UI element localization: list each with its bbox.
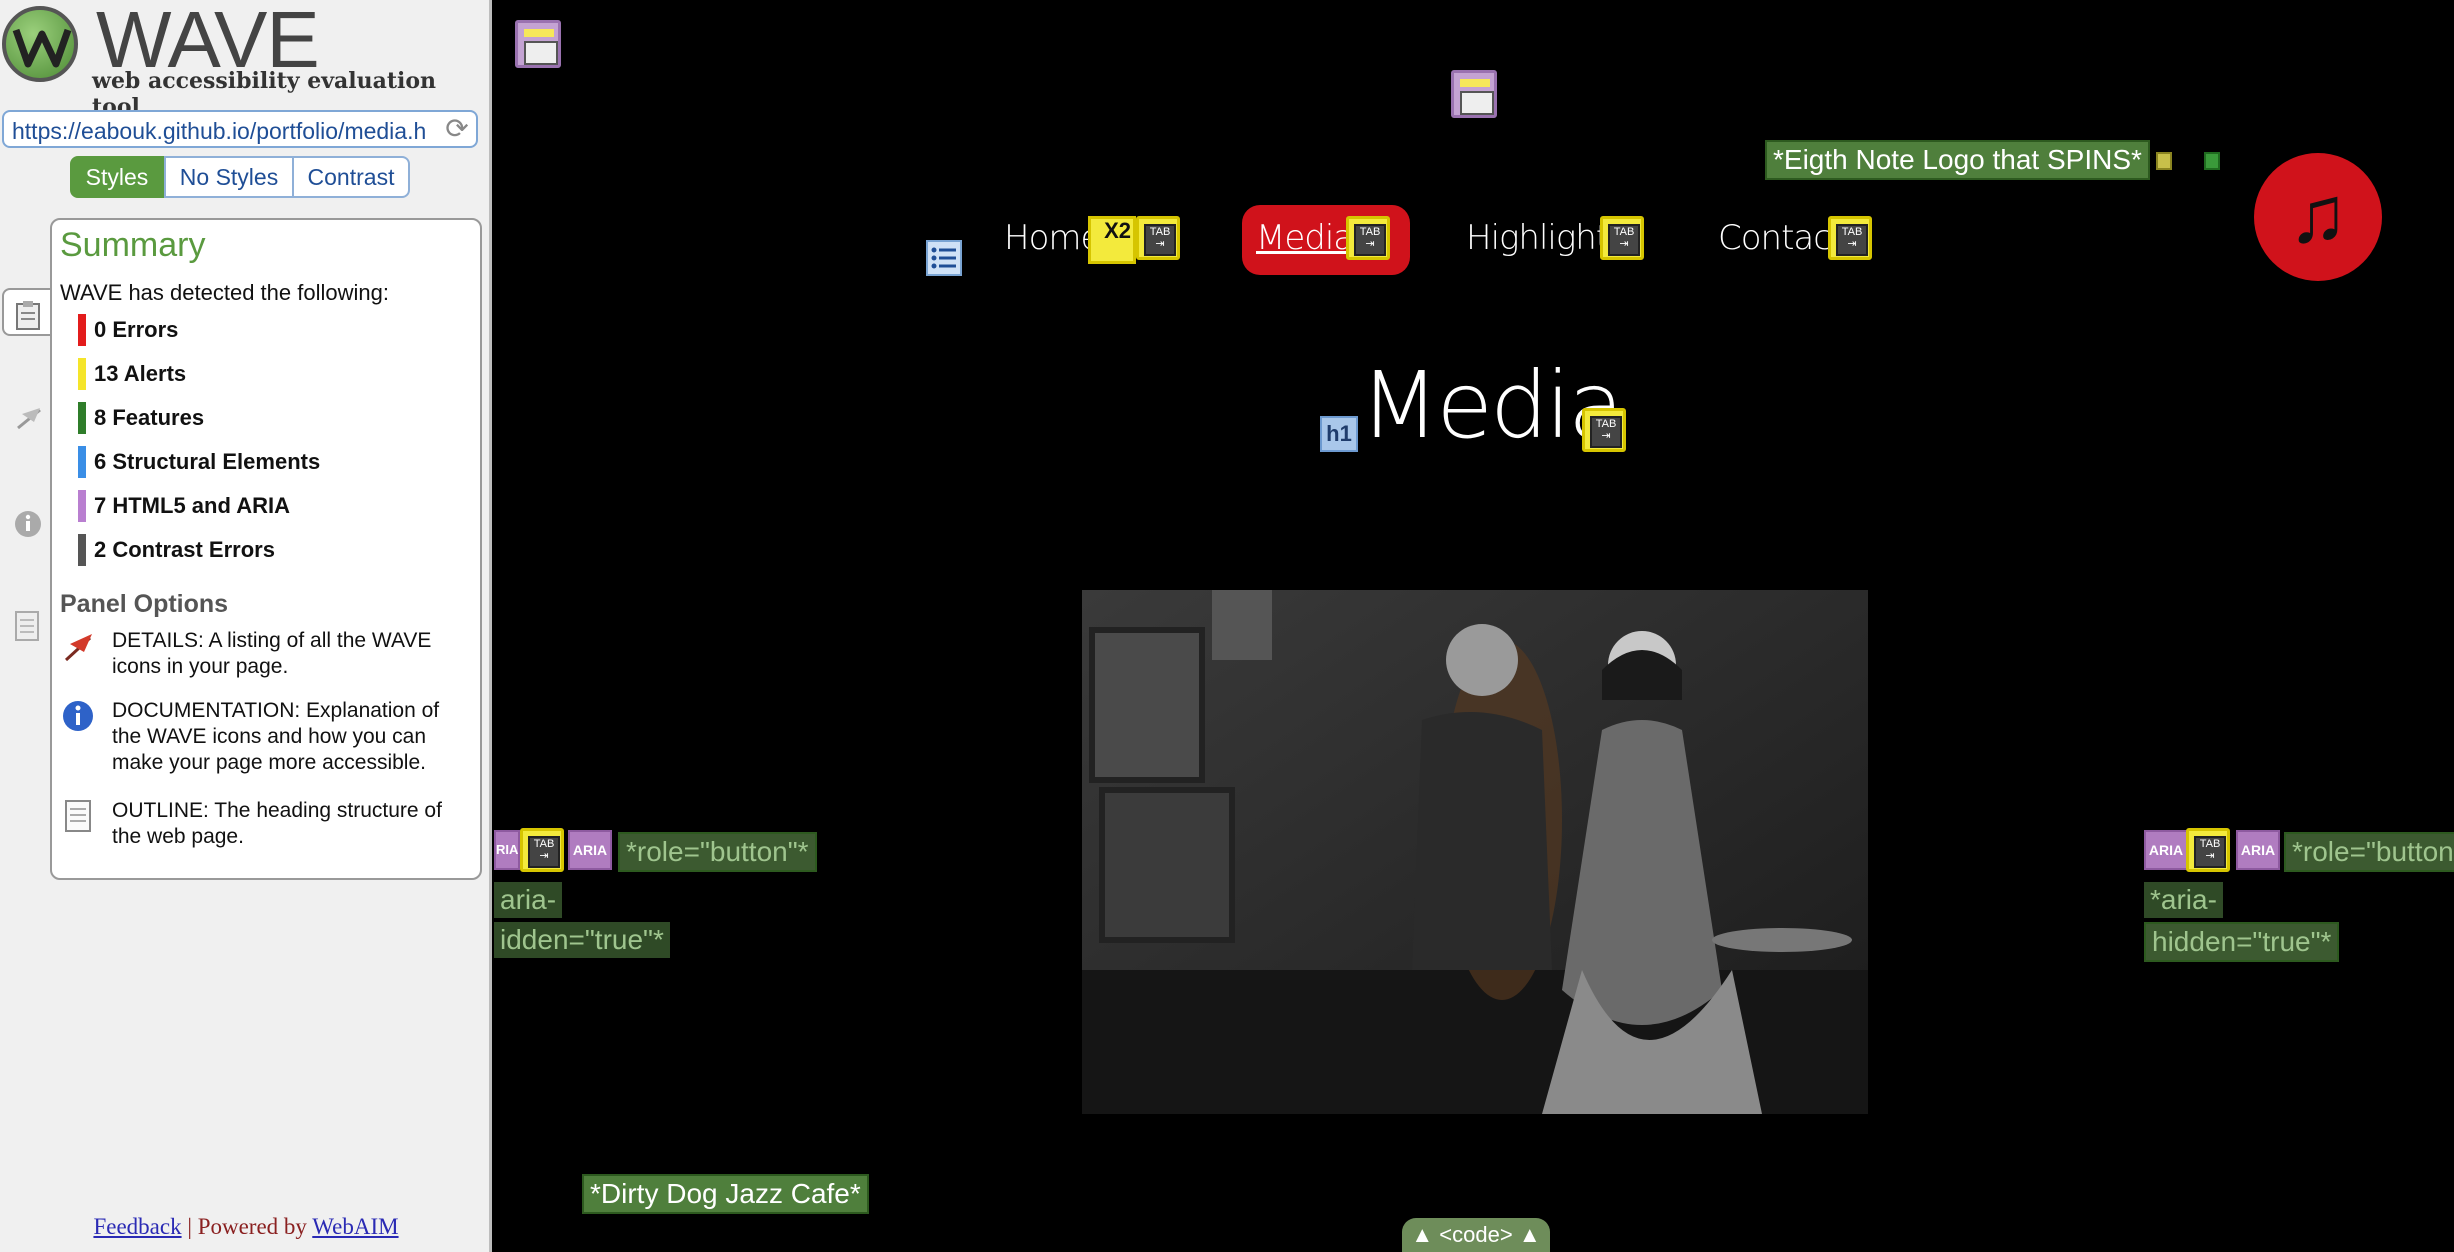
outline-document-icon bbox=[15, 611, 39, 641]
tab-summary[interactable] bbox=[2, 288, 52, 336]
jazz-performance-photo bbox=[1082, 590, 1868, 1114]
footer-separator: | bbox=[187, 1214, 192, 1239]
tabindex-icon[interactable]: TAB ⇥ bbox=[1828, 216, 1872, 260]
chevron-up-icon: ▲ bbox=[1411, 1222, 1434, 1247]
small-feature-icon[interactable] bbox=[2204, 152, 2220, 170]
html5-nav-icon[interactable] bbox=[1451, 70, 1497, 118]
aria-hidden-label[interactable]: hidden="true"* bbox=[2144, 922, 2340, 962]
chevron-up-icon: ▲ bbox=[1518, 1222, 1541, 1247]
info-icon bbox=[63, 701, 93, 731]
summary-contrast[interactable]: 2 Contrast Errors bbox=[78, 534, 275, 566]
styles-toggle[interactable]: Styles bbox=[70, 156, 164, 198]
powered-by-text: Powered by bbox=[197, 1214, 307, 1239]
nav-contact[interactable]: Contact bbox=[1718, 218, 1844, 258]
summary-structural[interactable]: 6 Structural Elements bbox=[78, 446, 320, 478]
small-alert-icon[interactable] bbox=[2156, 152, 2172, 170]
wave-logo-icon bbox=[2, 6, 78, 82]
tabindex-icon[interactable]: TAB ⇥ bbox=[1136, 216, 1180, 260]
redundant-link-alert-icon[interactable]: X2 bbox=[1088, 216, 1136, 264]
option-documentation[interactable]: DOCUMENTATION: Explanation of the WAVE i… bbox=[60, 698, 470, 782]
option-documentation-text: DOCUMENTATION: Explanation of the WAVE i… bbox=[112, 699, 440, 774]
summary-alerts[interactable]: 13 Alerts bbox=[78, 358, 186, 390]
eighth-note-logo[interactable]: ♫ bbox=[2254, 153, 2382, 281]
role-button-label[interactable]: *role="button"* bbox=[2284, 832, 2454, 872]
feedback-link[interactable]: Feedback bbox=[93, 1214, 181, 1239]
summary-title: Summary bbox=[60, 226, 206, 264]
tabindex-icon[interactable]: TAB ⇥ bbox=[1582, 408, 1626, 452]
tabindex-icon[interactable]: TAB ⇥ bbox=[520, 828, 564, 872]
clipboard-icon bbox=[16, 301, 40, 330]
nav-home[interactable]: Home bbox=[1004, 218, 1101, 258]
code-toggle-label: <code> bbox=[1439, 1222, 1513, 1247]
role-button-label[interactable]: *role="button"* bbox=[618, 832, 817, 872]
info-icon bbox=[15, 511, 41, 537]
code-toggle-button[interactable]: ▲ <code> ▲ bbox=[1402, 1218, 1550, 1252]
tabindex-icon[interactable]: TAB ⇥ bbox=[2186, 828, 2230, 872]
tab-outline[interactable] bbox=[4, 600, 48, 648]
aria-hidden-label[interactable]: aria- bbox=[494, 882, 563, 918]
webaim-link[interactable]: WebAIM bbox=[312, 1214, 398, 1239]
image-alt-label[interactable]: *Dirty Dog Jazz Cafe* bbox=[582, 1174, 869, 1214]
tab-documentation[interactable] bbox=[4, 500, 48, 548]
summary-errors[interactable]: 0 Errors bbox=[78, 314, 178, 346]
wave-sidebar: WAVE web accessibility evaluation tool h… bbox=[0, 0, 492, 1252]
tab-details[interactable] bbox=[4, 392, 48, 440]
wave-footer: Feedback | Powered by WebAIM bbox=[0, 1214, 492, 1240]
details-flag-icon bbox=[64, 634, 92, 662]
option-details-text: DETAILS: A listing of all the WAVE icons… bbox=[112, 629, 432, 678]
no-styles-toggle[interactable]: No Styles bbox=[164, 156, 294, 198]
list-structure-icon[interactable] bbox=[926, 240, 962, 276]
summary-intro: WAVE has detected the following: bbox=[60, 280, 389, 305]
details-flag-icon bbox=[17, 408, 41, 430]
html5-header-icon[interactable] bbox=[515, 20, 561, 68]
contrast-toggle[interactable]: Contrast bbox=[292, 156, 410, 198]
nav-media[interactable]: Media bbox=[1256, 218, 1354, 258]
reload-icon[interactable]: ⟳ bbox=[442, 114, 472, 144]
aria-icon[interactable]: ARIA bbox=[2236, 830, 2280, 870]
url-input[interactable]: https://eabouk.github.io/portfolio/media… bbox=[2, 110, 478, 148]
outline-document-icon bbox=[65, 800, 91, 832]
aria-icon[interactable]: ARIA bbox=[2144, 830, 2188, 870]
h1-icon[interactable]: h1 bbox=[1320, 416, 1358, 452]
tabindex-icon[interactable]: TAB ⇥ bbox=[1346, 216, 1390, 260]
tabindex-icon[interactable]: TAB ⇥ bbox=[1600, 216, 1644, 260]
summary-panel: Summary WAVE has detected the following:… bbox=[50, 218, 482, 880]
summary-features[interactable]: 8 Features bbox=[78, 402, 204, 434]
aria-hidden-label[interactable]: *aria- bbox=[2144, 882, 2223, 918]
option-outline-text: OUTLINE: The heading structure of the we… bbox=[112, 799, 442, 848]
summary-html5-aria[interactable]: 7 HTML5 and ARIA bbox=[78, 490, 290, 522]
option-details[interactable]: DETAILS: A listing of all the WAVE icons… bbox=[60, 628, 470, 684]
aria-icon[interactable]: RIA bbox=[494, 830, 520, 870]
logo-alt-label[interactable]: *Eigth Note Logo that SPINS* bbox=[1765, 140, 2150, 180]
aria-hidden-label[interactable]: idden="true"* bbox=[494, 922, 670, 958]
panel-options-title: Panel Options bbox=[60, 590, 229, 618]
option-outline[interactable]: OUTLINE: The heading structure of the we… bbox=[60, 798, 470, 854]
aria-icon[interactable]: ARIA bbox=[568, 830, 612, 870]
